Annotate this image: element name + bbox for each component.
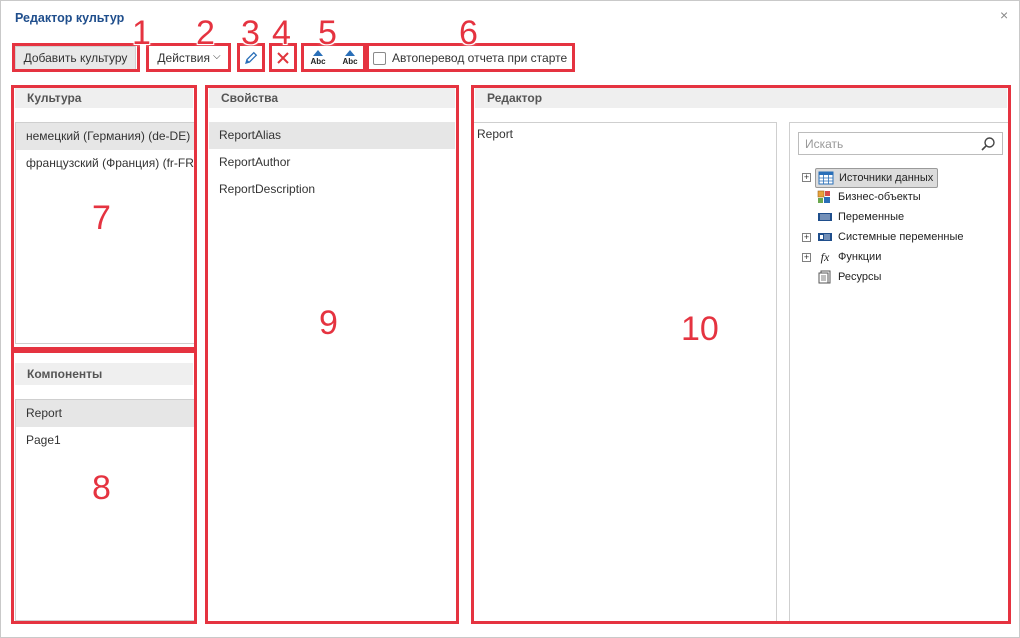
editor-header: Редактор xyxy=(475,88,1007,108)
actions-label: Действия xyxy=(157,51,210,65)
components-header: Компоненты xyxy=(15,363,193,385)
list-item[interactable]: ReportDescription xyxy=(209,176,455,203)
properties-list[interactable]: ReportAlias ReportAuthor ReportDescripti… xyxy=(209,122,455,622)
actions-dropdown[interactable]: Действия ⌵ xyxy=(151,46,227,70)
tree-item-label: Ресурсы xyxy=(838,271,882,283)
search-icon[interactable] xyxy=(980,136,996,152)
functions-icon: fx xyxy=(820,250,830,264)
annotation-number-6: 6 xyxy=(459,14,478,52)
tree-item-system-variables[interactable]: Системные переменные xyxy=(817,228,964,246)
expand-icon[interactable]: + xyxy=(802,173,811,182)
pencil-icon xyxy=(245,51,258,64)
delete-x-icon xyxy=(277,52,289,64)
tree-item-label: Переменные xyxy=(838,211,905,223)
data-sources-icon xyxy=(818,171,834,185)
editor-textarea[interactable]: Report xyxy=(473,122,777,622)
list-item[interactable]: ReportAlias xyxy=(209,122,455,149)
editor-text: Report xyxy=(477,127,514,141)
chevron-down-icon: ⌵ xyxy=(212,50,221,62)
tree-item-functions[interactable]: fx Функции xyxy=(817,248,882,266)
tree-item-label: Источники данных xyxy=(839,172,934,184)
list-item[interactable]: ReportAuthor xyxy=(209,149,455,176)
business-objects-icon xyxy=(817,190,833,204)
annotation-number-1: 1 xyxy=(132,14,151,52)
annotation-number-7: 7 xyxy=(92,199,111,237)
tree-item-label: Бизнес-объекты xyxy=(838,191,921,203)
search-input[interactable]: Искать xyxy=(798,132,1003,155)
search-placeholder: Искать xyxy=(805,136,844,151)
move-down-button[interactable]: Abc xyxy=(337,47,363,69)
checkbox-box[interactable] xyxy=(373,51,386,65)
tree-item-variables[interactable]: Переменные xyxy=(817,208,904,226)
abc-label: Abc xyxy=(310,57,326,66)
list-item[interactable]: французский (Франция) (fr-FR) xyxy=(16,150,194,177)
tree-item-resources[interactable]: Ресурсы xyxy=(817,268,881,286)
tree-item-label: Функции xyxy=(838,251,882,263)
annotation-number-5: 5 xyxy=(318,14,337,52)
variables-icon xyxy=(817,210,833,224)
auto-translate-label: Автоперевод отчета при старте xyxy=(392,51,568,65)
close-icon[interactable]: × xyxy=(1000,7,1008,23)
annotation-number-3: 3 xyxy=(241,14,260,52)
abc-label: Abc xyxy=(342,57,358,66)
expand-icon[interactable]: + xyxy=(802,253,811,262)
culture-header: Культура xyxy=(15,88,193,108)
annotation-number-10: 10 xyxy=(681,310,719,348)
arrow-down-icon xyxy=(345,50,355,56)
window-title: Редактор культур xyxy=(15,11,125,25)
components-list[interactable]: Report Page1 xyxy=(15,399,195,621)
properties-header: Свойства xyxy=(209,88,455,108)
annotation-number-9: 9 xyxy=(319,304,338,342)
list-item[interactable]: Page1 xyxy=(16,427,194,454)
add-culture-button[interactable]: Добавить культуру xyxy=(15,46,136,70)
resources-icon xyxy=(817,270,833,284)
list-item[interactable]: немецкий (Германия) (de-DE) xyxy=(16,123,194,150)
list-item[interactable]: Report xyxy=(16,400,194,427)
add-culture-label: Добавить культуру xyxy=(23,51,128,65)
annotation-number-2: 2 xyxy=(196,14,215,52)
culture-editor-window: Редактор культур × Добавить культуру Дей… xyxy=(0,0,1020,638)
system-variables-icon xyxy=(817,230,833,244)
annotation-number-4: 4 xyxy=(272,14,291,52)
tree-item-data-sources[interactable]: Источники данных xyxy=(815,168,939,188)
annotation-number-8: 8 xyxy=(92,469,111,507)
tree-item-label: Системные переменные xyxy=(838,231,964,243)
expand-icon[interactable]: + xyxy=(802,233,811,242)
tree-item-business-objects[interactable]: Бизнес-объекты xyxy=(817,188,921,206)
